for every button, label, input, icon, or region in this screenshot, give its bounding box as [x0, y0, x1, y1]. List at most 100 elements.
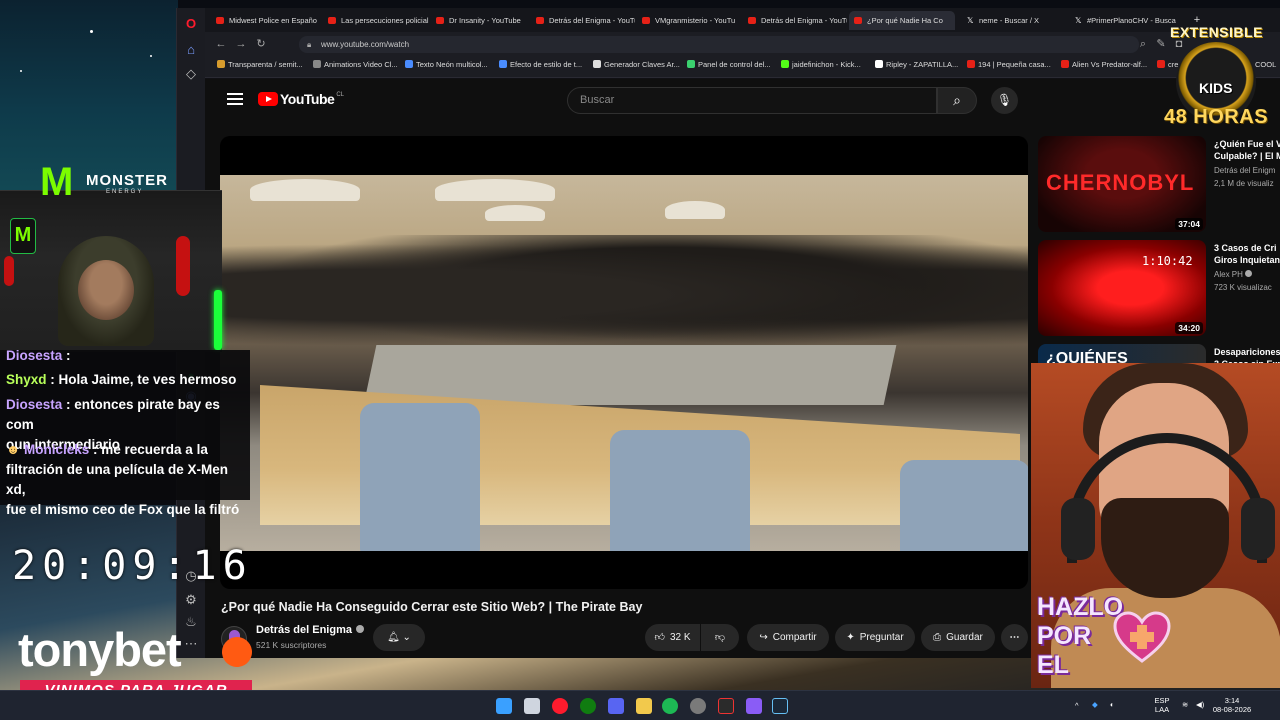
discord-icon[interactable] — [608, 698, 624, 714]
bookmarks-bar: Transparenta / semit... Animations Video… — [205, 56, 1280, 78]
volume-icon[interactable]: ◀) — [1196, 700, 1204, 709]
tab[interactable]: Midwest Police en Españo — [211, 11, 321, 30]
stream-chat: Diosesta : Shyxd : Hola Jaime, te ves he… — [0, 348, 250, 517]
reload-icon[interactable]: ↻ — [253, 36, 269, 52]
recommendation-channel: Detrás del Enigm — [1214, 166, 1276, 175]
opera-logo-icon[interactable]: O — [183, 16, 199, 32]
vtuber-app-icon[interactable] — [746, 698, 762, 714]
chat-user: Diosesta — [6, 348, 63, 360]
video-frame[interactable] — [220, 175, 1028, 551]
chevron-up-icon[interactable]: ^ — [1075, 701, 1079, 710]
bookmark[interactable]: Ripley - ZAPATILLA... — [875, 60, 958, 69]
opera-icon[interactable] — [552, 698, 568, 714]
recommendation-views: 2,1 M de visualiz — [1214, 179, 1274, 188]
vtuber-avatar: HAZLO POR EL — [1031, 363, 1280, 688]
wifi-icon[interactable]: ≋ — [1182, 700, 1188, 709]
ask-button[interactable]: ✦ Preguntar — [835, 624, 915, 651]
app-icon[interactable] — [718, 698, 734, 714]
search-icon[interactable]: ⌕ — [1135, 36, 1151, 52]
tab[interactable]: Las persecuciones policial — [323, 11, 429, 30]
tab[interactable]: Detrás del Enigma - YouTu — [531, 11, 635, 30]
tab-label: Detrás del Enigma - YouTu — [549, 16, 635, 25]
bookmark[interactable]: 194 | Pequeña casa... — [967, 60, 1051, 69]
obs-icon[interactable] — [690, 698, 706, 714]
bookmark[interactable]: Texto Neón multicol... — [405, 60, 488, 69]
spotify-icon[interactable] — [662, 698, 678, 714]
forward-icon[interactable]: → — [233, 36, 249, 52]
notifications-button[interactable]: 🔔︎ ⌄ — [373, 624, 425, 651]
tab-label: Midwest Police en Españo — [229, 16, 317, 25]
tab[interactable]: Dr Insanity - YouTube — [431, 11, 529, 30]
ceiling-lamp — [665, 201, 725, 219]
settings-icon[interactable]: ⚙ — [183, 592, 199, 608]
star — [90, 30, 93, 33]
bookmark-label: Alien Vs Predator-alf... — [1072, 60, 1148, 69]
recommendation-title[interactable]: 3 Casos de Cri Giros Inquietan — [1214, 242, 1280, 266]
star — [150, 55, 152, 57]
youtube-logo[interactable]: YouTube CL — [258, 90, 344, 108]
shapes-icon[interactable]: ◇ — [183, 66, 199, 82]
search-button[interactable]: ⌕ — [937, 87, 977, 114]
steam-icon[interactable] — [772, 698, 788, 714]
home-icon[interactable]: ⌂ — [183, 42, 199, 58]
youtube-icon — [536, 17, 544, 24]
recommendation-channel: Alex PH — [1214, 270, 1280, 279]
tray-app-icon[interactable]: ◆ — [1092, 700, 1098, 709]
start-icon[interactable] — [496, 698, 512, 714]
back-icon[interactable]: ← — [213, 36, 229, 52]
red-figure — [4, 256, 14, 286]
ask-label: Preguntar — [859, 632, 904, 643]
chair — [610, 430, 750, 551]
chat-text: fue el mismo ceo de Fox que la filtró — [6, 502, 240, 517]
thumbs-down-icon: 👎︎ — [714, 632, 726, 643]
tab-active[interactable]: ¿Por qué Nadie Ha Co — [849, 11, 955, 30]
recommendation-item[interactable]: CHERNOBYL 37:04 ¿Quién Fue el V Culpable?… — [1038, 136, 1280, 236]
youtube-icon — [748, 17, 756, 24]
hours-label: 48 HORAS — [1164, 106, 1269, 128]
bookmark[interactable]: jaidefinichon - Kick... — [781, 60, 861, 69]
tab[interactable]: VMgranmisterio - YouTu — [637, 11, 741, 30]
bookmark[interactable]: Generador Claves Ar... — [593, 60, 680, 69]
hamburger-menu-icon[interactable] — [227, 93, 243, 105]
search-placeholder: Buscar — [580, 94, 615, 106]
video-title: ¿Por qué Nadie Ha Conseguido Cerrar este… — [221, 600, 643, 614]
bookmark[interactable]: Alien Vs Predator-alf... — [1061, 60, 1147, 69]
thumbnail-text: 1:10:42 — [1142, 254, 1193, 268]
clock-date[interactable]: 3:14 08-08-2026 — [1212, 696, 1252, 714]
monster-energy-logo: M MONSTER ENERGY — [40, 160, 170, 220]
tab[interactable]: Detrás del Enigma - YouTu — [743, 11, 847, 30]
bookmark-label: Texto Neón multicol... — [416, 60, 488, 69]
bulb-icon[interactable]: ♨ — [183, 614, 199, 630]
tab-label: ¿Por qué Nadie Ha Co — [867, 16, 943, 25]
share-button[interactable]: ↪ Compartir — [747, 624, 829, 651]
more-icon[interactable]: ⋯ — [183, 636, 199, 652]
thumbs-up-icon: 👍︎ — [654, 632, 665, 643]
folder-icon[interactable] — [636, 698, 652, 714]
language-indicator[interactable]: ESP LAA — [1152, 696, 1172, 714]
search-input[interactable]: Buscar — [567, 87, 937, 114]
tray-app-icon[interactable]: ◐ — [1110, 700, 1115, 709]
chevron-down-icon: ⌄ — [402, 632, 411, 643]
bookmark[interactable]: Transparenta / semit... — [217, 60, 303, 69]
thumbnail-text: CHERNOBYL — [1046, 170, 1195, 195]
more-actions-button[interactable]: ⋯ — [1001, 624, 1028, 651]
bookmark[interactable]: Animations Video Cl... — [313, 60, 398, 69]
recommendation-title[interactable]: ¿Quién Fue el V Culpable? | El M — [1214, 138, 1280, 162]
monster-claw-icon: M — [40, 160, 73, 204]
xbox-icon[interactable] — [580, 698, 596, 714]
recommendation-item[interactable]: 1:10:42 34:20 3 Casos de Cri Giros Inquie… — [1038, 240, 1280, 340]
channel-name-text: Detrás del Enigma — [256, 624, 352, 636]
video-player[interactable] — [220, 136, 1028, 589]
tab[interactable]: 𝕏neme - Buscar / X — [961, 11, 1065, 30]
save-button[interactable]: ⎙ Guardar — [921, 624, 995, 651]
like-button[interactable]: 👍︎ 32 K — [645, 624, 700, 651]
dislike-button[interactable]: 👎︎ — [701, 624, 739, 651]
channel-name[interactable]: Detrás del Enigma — [256, 624, 364, 636]
bookmark[interactable]: Panel de control del... — [687, 60, 771, 69]
task-view-icon[interactable] — [524, 698, 540, 714]
red-figure — [176, 236, 190, 296]
url-field[interactable]: 🔒︎ www.youtube.com/watch — [299, 36, 1139, 53]
bookmark[interactable]: Efecto de estilo de t... — [499, 60, 582, 69]
chat-text: Hola Jaime, te ves hermoso — [58, 372, 237, 387]
voice-search-button[interactable]: 🎙︎ — [991, 87, 1018, 114]
